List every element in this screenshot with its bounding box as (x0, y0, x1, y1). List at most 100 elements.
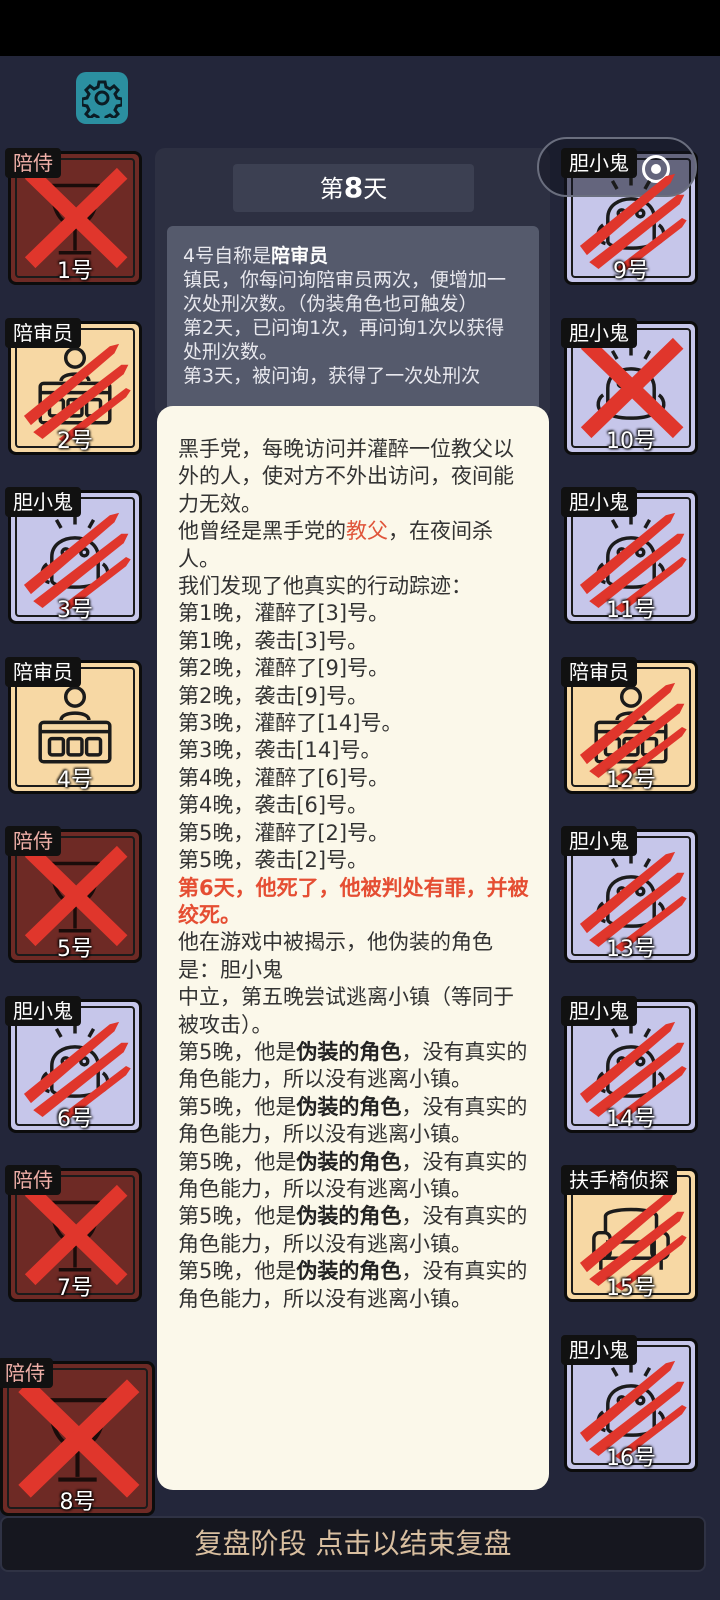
player-card[interactable]: 胆小鬼 9号 (561, 148, 698, 285)
fake-role-list: 第5晚，他是伪装的角色，没有真实的角色能力，所以没有逃离小镇。 第5晚，他是伪装的… (178, 1039, 529, 1313)
player-number: 6号 (57, 1106, 93, 1132)
claim-progress: 第2天，已问询1次，再问询1次以获得处刑次数。 (183, 317, 505, 363)
reveal-text: 他在游戏中被揭示，他伪装的角色是：胆小鬼 (178, 930, 493, 982)
claim-description: 镇民，你每问询陪审员两次，便增加一次处刑次数。（伪装角色也可触发） (183, 269, 507, 315)
fake-prefix: 第5晚，他是 (178, 1094, 297, 1119)
player-role: 胆小鬼 (561, 148, 637, 178)
player-card[interactable]: 陪侍 8号 (0, 1357, 155, 1516)
player-card[interactable]: 胆小鬼 13号 (561, 826, 698, 963)
player-card[interactable]: 胆小鬼 10号 (561, 317, 698, 455)
player-role: 陪侍 (5, 148, 61, 178)
player-card[interactable]: 胆小鬼 16号 (561, 1334, 698, 1472)
action-item: 第3晚，袭击[14]号。 (178, 738, 382, 763)
day-indicator: 第8天 (233, 164, 474, 212)
day-number: 8 (343, 171, 364, 204)
player-card[interactable]: 胆小鬼 11号 (561, 487, 698, 624)
player-role: 陪审员 (5, 317, 81, 348)
fake-role-line: 第5晚，他是伪装的角色，没有真实的角色能力，所以没有逃离小镇。 (178, 1149, 529, 1204)
fake-role-line: 第5晚，他是伪装的角色，没有真实的角色能力，所以没有逃离小镇。 (178, 1039, 529, 1094)
player-card[interactable]: 陪侍 5号 (5, 826, 142, 963)
fake-role-line: 第5晚，他是伪装的角色，没有真实的角色能力，所以没有逃离小镇。 (178, 1094, 529, 1149)
detail-found: 我们发现了他真实的行动踪迹： (178, 574, 472, 599)
action-item: 第2晚，灌醉了[9]号。 (178, 656, 390, 681)
player-number: 14号 (606, 1106, 656, 1132)
player-role: 陪侍 (5, 826, 61, 856)
player-number: 7号 (57, 1276, 93, 1301)
player-role: 陪侍 (5, 1165, 61, 1195)
player-number: 13号 (606, 937, 656, 962)
fake-bold: 伪装的角色 (296, 1149, 402, 1174)
player-number: 5号 (57, 937, 93, 962)
day-prefix: 第 (319, 175, 344, 203)
player-role: 胆小鬼 (561, 317, 637, 348)
player-role: 胆小鬼 (561, 487, 637, 517)
fake-prefix: 第5晚，他是 (178, 1149, 297, 1174)
player-role: 胆小鬼 (561, 1334, 637, 1365)
fake-bold: 伪装的角色 (296, 1259, 402, 1284)
claim-info-box: 4号自称是陪审员 镇民，你每问询陪审员两次，便增加一次处刑次数。（伪装角色也可触… (167, 226, 539, 416)
fake-bold: 伪装的角色 (296, 1039, 402, 1064)
player-portrait (7, 1367, 148, 1509)
fake-prefix: 第5晚，他是 (178, 1259, 297, 1284)
player-role: 胆小鬼 (561, 826, 637, 856)
player-card[interactable]: 陪侍 1号 (5, 148, 142, 285)
player-number: 10号 (606, 428, 656, 454)
claim-prefix: 4号自称是 (183, 245, 272, 267)
status-bar (0, 0, 720, 56)
action-item: 第3晚，灌醉了[14]号。 (178, 711, 403, 736)
action-item: 第4晚，袭击[6]号。 (178, 793, 369, 818)
end-review-label: 复盘阶段 点击以结束复盘 (194, 1527, 512, 1560)
player-number: 2号 (57, 428, 93, 454)
player-number: 8号 (59, 1489, 96, 1515)
settings-button[interactable] (76, 72, 128, 124)
was-role: 教父 (346, 519, 388, 544)
gear-icon (82, 80, 122, 118)
fake-bold: 伪装的角色 (296, 1204, 402, 1229)
fake-role-line: 第5晚，他是伪装的角色，没有真实的角色能力，所以没有逃离小镇。 (178, 1203, 529, 1258)
player-number: 9号 (613, 259, 649, 284)
end-review-button[interactable]: 复盘阶段 点击以结束复盘 (0, 1516, 706, 1572)
player-role: 陪审员 (5, 656, 81, 687)
day-suffix: 天 (363, 175, 388, 203)
claim-result: 第3天，被问询，获得了一次处刑次 (183, 365, 481, 387)
player-role: 扶手椅侦探 (561, 1165, 677, 1195)
action-item: 第1晚，灌醉了[3]号。 (178, 601, 390, 626)
player-card[interactable]: 胆小鬼 6号 (5, 995, 142, 1133)
player-number: 11号 (606, 598, 656, 623)
player-card[interactable]: 胆小鬼 14号 (561, 995, 698, 1133)
player-number: 16号 (606, 1445, 656, 1471)
player-number: 1号 (57, 259, 93, 284)
player-number: 15号 (606, 1276, 656, 1301)
player-role: 陪侍 (0, 1357, 53, 1388)
action-item: 第2晚，袭击[9]号。 (178, 683, 369, 708)
player-card[interactable]: 陪审员 4号 (5, 656, 142, 794)
player-number: 4号 (57, 767, 93, 793)
fake-prefix: 第5晚，他是 (178, 1204, 297, 1229)
fake-prefix: 第5晚，他是 (178, 1039, 297, 1064)
player-card[interactable]: 陪审员 12号 (561, 656, 698, 794)
action-list: 第1晚，灌醉了[3]号。 第1晚，袭击[3]号。 第2晚，灌醉了[9]号。 第2晚，袭… (178, 600, 529, 874)
action-item: 第4晚，灌醉了[6]号。 (178, 765, 390, 790)
player-card[interactable]: 胆小鬼 3号 (5, 487, 142, 624)
player-number: 12号 (606, 767, 656, 793)
review-detail-panel[interactable]: 黑手党，每晚访问并灌醉一位教父以外的人，使对方不外出访问，夜间能力无效。 他曾经… (157, 406, 549, 1490)
action-item: 第5晚，灌醉了[2]号。 (178, 820, 390, 845)
death-text: 第6天，他死了，他被判处有罪，并被绞死。 (178, 875, 529, 927)
player-card[interactable]: 扶手椅侦探 15号 (561, 1165, 698, 1302)
fake-role-line: 第5晚，他是伪装的角色，没有真实的角色能力，所以没有逃离小镇。 (178, 1258, 529, 1313)
action-item: 第5晚，袭击[2]号。 (178, 848, 369, 873)
player-card[interactable]: 陪审员 2号 (5, 317, 142, 455)
fake-bold: 伪装的角色 (296, 1094, 402, 1119)
player-role: 胆小鬼 (561, 995, 637, 1026)
action-item: 第1晚，袭击[3]号。 (178, 628, 369, 653)
detail-intro: 黑手党，每晚访问并灌醉一位教父以外的人，使对方不外出访问，夜间能力无效。 (178, 437, 514, 516)
player-role: 胆小鬼 (5, 995, 81, 1026)
player-role: 胆小鬼 (5, 487, 81, 517)
was-prefix: 他曾经是黑手党的 (178, 519, 346, 544)
dead-x-mark (18, 1378, 140, 1498)
player-number: 3号 (57, 598, 93, 623)
detail-original-role: 他曾经是黑手党的教父，在夜间杀人。 (178, 518, 529, 573)
player-role: 陪审员 (561, 656, 637, 687)
claim-role: 陪审员 (271, 245, 329, 267)
player-card[interactable]: 陪侍 7号 (5, 1165, 142, 1302)
